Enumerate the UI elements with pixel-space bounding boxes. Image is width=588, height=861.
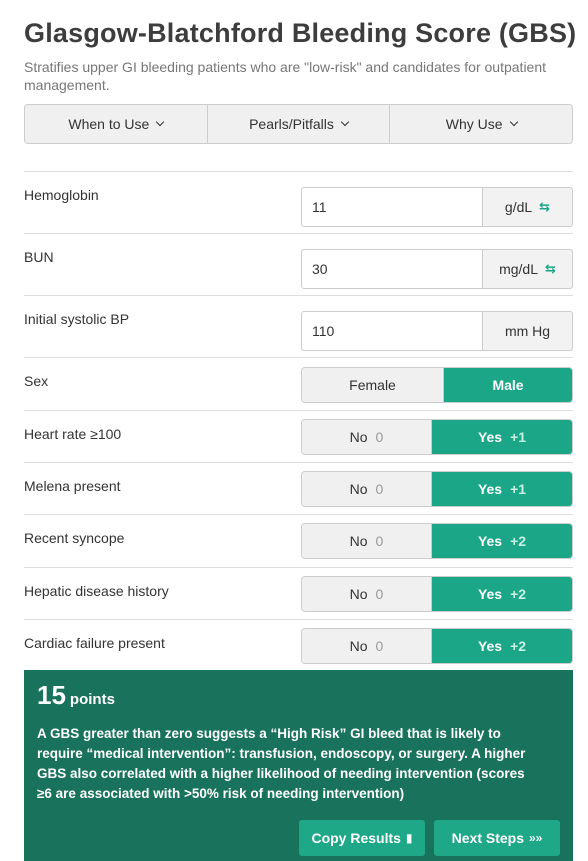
melena-row: Melena present No 0 Yes +1 [24,462,573,514]
bun-unit-toggle[interactable]: mg/dL ⇆ [483,249,573,289]
copy-results-button[interactable]: Copy Results ▮ [299,820,425,856]
option-points: 0 [375,638,384,654]
option-points: +1 [510,429,527,445]
unit-label: mm Hg [504,323,551,339]
page-subtitle: Stratifies upper GI bleeding patients wh… [24,59,547,93]
tab-label: Pearls/Pitfalls [249,116,334,132]
sex-toggle: Female Male [301,367,573,403]
syncope-yes[interactable]: Yes +2 [432,524,572,558]
sex-row: Sex Female Male [24,357,573,410]
option-label: Yes [477,429,503,445]
option-points: +2 [510,586,527,602]
sex-option-male[interactable]: Male [444,368,572,402]
chevron-down-icon [340,117,350,127]
option-label: No [349,638,368,654]
swap-units-icon: ⇆ [545,261,556,276]
result-panel: 15 points A GBS greater than zero suggest… [24,670,573,861]
option-label: Yes [477,586,503,602]
score-value: 15 [37,680,66,710]
option-label: Yes [477,638,503,654]
option-label: No [349,586,368,602]
sbp-label: Initial systolic BP [24,311,130,327]
cardiac-no[interactable]: No 0 [302,629,432,663]
option-label: No [349,533,368,549]
option-label: Yes [477,533,503,549]
unit-label: g/dL [504,199,533,215]
sbp-input[interactable] [301,311,483,351]
cardiac-label: Cardiac failure present [24,635,165,651]
info-tabs: When to Use Pearls/Pitfalls Why Use [24,104,573,144]
sbp-unit: mm Hg [483,311,573,351]
cardiac-yes[interactable]: Yes +2 [432,629,572,663]
hepatic-no[interactable]: No 0 [302,577,432,611]
option-label: No [349,429,368,445]
option-label: No [349,481,368,497]
bun-input[interactable] [301,249,483,289]
melena-yes[interactable]: Yes +1 [432,472,572,506]
tab-label: Why Use [445,116,503,132]
option-points: 0 [375,533,384,549]
sex-option-female[interactable]: Female [302,368,444,402]
melena-label: Melena present [24,478,121,494]
melena-toggle: No 0 Yes +1 [301,471,573,507]
button-label: Next Steps [451,830,524,846]
syncope-no[interactable]: No 0 [302,524,432,558]
hemoglobin-input[interactable] [301,187,483,227]
page-title: Glasgow-Blatchford Bleeding Score (GBS) [24,18,577,48]
bun-row: BUN mg/dL ⇆ [24,233,573,295]
hemoglobin-label: Hemoglobin [24,187,99,203]
heart-rate-yes[interactable]: Yes +1 [432,420,572,454]
hepatic-label: Hepatic disease history [24,583,169,599]
option-label: Yes [477,481,503,497]
button-label: Copy Results [311,830,401,846]
clipboard-icon: ▮ [405,831,413,845]
chevron-down-icon [509,117,518,127]
cardiac-row: Cardiac failure present No 0 Yes +2 [24,619,573,670]
result-interpretation: A GBS greater than zero suggests a “High… [37,726,526,801]
option-points: 0 [375,481,384,497]
sex-label: Sex [24,373,49,389]
syncope-label: Recent syncope [24,530,125,546]
option-points: 0 [375,429,384,445]
syncope-toggle: No 0 Yes +2 [301,523,573,559]
unit-label: mg/dL [499,261,538,277]
tab-label: When to Use [68,116,150,132]
heart-rate-no[interactable]: No 0 [302,420,432,454]
hepatic-toggle: No 0 Yes +2 [301,576,573,612]
heart-rate-toggle: No 0 Yes +1 [301,419,573,455]
syncope-row: Recent syncope No 0 Yes +2 [24,514,573,567]
option-points: +2 [510,533,527,549]
score-display: 15 points [37,680,115,711]
chevrons-right-icon: »» [529,831,543,845]
heart-rate-row: Heart rate ≥100 No 0 Yes +1 [24,410,573,462]
tab-when-to-use[interactable]: When to Use [25,105,208,143]
chevron-down-icon [156,117,165,127]
hepatic-row: Hepatic disease history No 0 Yes +2 [24,567,573,619]
swap-units-icon: ⇆ [539,199,551,214]
next-steps-button[interactable]: Next Steps »» [434,820,560,856]
hepatic-yes[interactable]: Yes +2 [432,577,572,611]
tab-pearls-pitfalls[interactable]: Pearls/Pitfalls [208,105,391,143]
option-points: +1 [510,481,527,497]
melena-no[interactable]: No 0 [302,472,432,506]
hemoglobin-unit-toggle[interactable]: g/dL ⇆ [483,187,573,227]
tab-why-use[interactable]: Why Use [390,105,572,143]
option-points: 0 [375,586,384,602]
bun-label: BUN [24,249,54,265]
sbp-row: Initial systolic BP mm Hg [24,295,573,357]
score-unit: points [69,691,115,708]
cardiac-toggle: No 0 Yes +2 [301,628,573,664]
option-points: +2 [510,638,527,654]
heart-rate-label: Heart rate ≥100 [24,426,122,442]
hemoglobin-row: Hemoglobin g/dL ⇆ [24,171,573,233]
